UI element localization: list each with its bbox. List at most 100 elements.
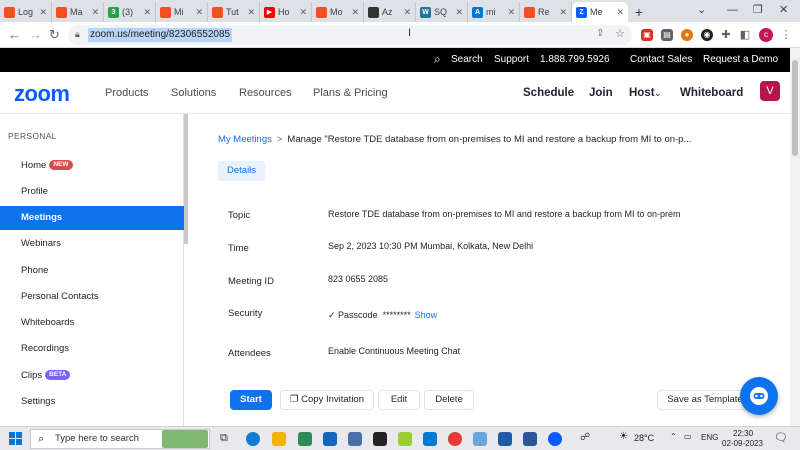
share-icon[interactable]: ⇪ xyxy=(596,28,604,39)
search-icon[interactable]: ⌕ xyxy=(434,53,441,65)
sidebar-item-recordings[interactable]: Recordings xyxy=(0,337,184,361)
tab-search-icon[interactable]: ⌄ xyxy=(697,0,706,20)
tab-close-icon[interactable]: ✕ xyxy=(403,7,411,18)
edge-icon[interactable] xyxy=(246,432,260,446)
nav-resources[interactable]: Resources xyxy=(239,87,292,99)
browser-menu-icon[interactable]: ⋮ xyxy=(780,29,792,41)
page-scrollbar-thumb[interactable] xyxy=(792,60,798,156)
nav-schedule[interactable]: Schedule xyxy=(523,87,574,99)
new-tab-button[interactable]: + xyxy=(628,2,650,22)
sidebar-item-profile[interactable]: Profile xyxy=(0,180,184,204)
tab-close-icon[interactable]: ✕ xyxy=(455,7,463,18)
close-window-icon[interactable]: ✕ xyxy=(779,0,788,20)
terminal-icon[interactable] xyxy=(373,432,387,446)
sidebar-item-personal-contacts[interactable]: Personal Contacts xyxy=(0,285,184,309)
forward-icon[interactable]: → xyxy=(29,26,42,44)
app-icon-1[interactable] xyxy=(298,432,312,446)
browser-tab[interactable]: W SQ ✕ xyxy=(416,2,468,22)
tab-close-icon[interactable]: ✕ xyxy=(299,7,307,18)
tab-details[interactable]: Details xyxy=(218,161,266,181)
edit-button[interactable]: Edit xyxy=(378,390,420,410)
minimize-icon[interactable]: — xyxy=(727,0,738,20)
maximize-icon[interactable]: ❐ xyxy=(753,0,763,20)
start-button[interactable]: Start xyxy=(230,390,272,410)
browser-tab[interactable]: Mo ✕ xyxy=(312,2,364,22)
app-icon-6[interactable] xyxy=(498,432,512,446)
app-icon-4[interactable] xyxy=(398,432,412,446)
tab-close-icon[interactable]: ✕ xyxy=(351,7,359,18)
contact-sales-link[interactable]: Contact Sales xyxy=(630,54,692,66)
tab-close-icon[interactable]: ✕ xyxy=(616,7,624,18)
tab-close-icon[interactable]: ✕ xyxy=(143,7,151,18)
url-text[interactable]: zoom.us/meeting/82306552085 xyxy=(88,28,233,42)
temperature[interactable]: 28°C xyxy=(634,433,654,443)
reload-icon[interactable]: ↻ xyxy=(49,26,60,44)
browser-tab[interactable]: Z Me ✕ xyxy=(572,2,628,22)
nav-solutions[interactable]: Solutions xyxy=(171,87,216,99)
sidebar-item-phone[interactable]: Phone xyxy=(0,259,184,283)
browser-tab[interactable]: Tut ✕ xyxy=(208,2,260,22)
chevron-down-icon[interactable]: ⌄ xyxy=(654,88,662,99)
extension-2-icon[interactable]: ▤ xyxy=(661,29,673,41)
nav-whiteboard[interactable]: Whiteboard xyxy=(680,87,743,99)
tab-close-icon[interactable]: ✕ xyxy=(195,7,203,18)
sidebar-item-home[interactable]: Home NEW xyxy=(0,154,184,178)
notifications-icon[interactable]: 🗨︎ xyxy=(774,431,788,444)
browser-tab[interactable]: Re ✕ xyxy=(520,2,572,22)
copy-invitation-button[interactable]: ❐ Copy Invitation xyxy=(280,390,374,410)
browser-tab[interactable]: Log ✕ xyxy=(0,2,52,22)
tab-close-icon[interactable]: ✕ xyxy=(91,7,99,18)
app-icon-3[interactable] xyxy=(348,432,362,446)
tab-close-icon[interactable]: ✕ xyxy=(559,7,567,18)
sidebar-item-settings[interactable]: Settings xyxy=(0,390,184,414)
chrome-icon[interactable] xyxy=(448,432,462,446)
app-icon-2[interactable] xyxy=(323,432,337,446)
zoom-logo[interactable]: zoom xyxy=(14,81,70,107)
weather-widget-icon[interactable] xyxy=(162,430,208,448)
language-indicator[interactable]: ENG xyxy=(701,433,718,442)
user-avatar[interactable]: V xyxy=(760,81,780,101)
azure-icon[interactable] xyxy=(423,432,437,446)
tab-close-icon[interactable]: ✕ xyxy=(39,7,47,18)
breadcrumb-my-meetings[interactable]: My Meetings xyxy=(218,134,272,145)
profile-avatar[interactable]: c xyxy=(759,28,773,42)
phone-number[interactable]: 1.888.799.5926 xyxy=(540,54,610,66)
people-icon[interactable]: ☍ xyxy=(580,432,594,446)
search-link[interactable]: Search xyxy=(451,54,483,66)
browser-tab[interactable]: 3 (3) ✕ xyxy=(104,2,156,22)
show-passcode-link[interactable]: Show xyxy=(415,310,438,320)
word-icon[interactable] xyxy=(523,432,537,446)
side-panel-icon[interactable]: ◧ xyxy=(739,29,751,41)
support-link[interactable]: Support xyxy=(494,54,529,66)
request-demo-link[interactable]: Request a Demo xyxy=(703,54,778,66)
save-as-template-button[interactable]: Save as Template xyxy=(657,390,753,410)
extensions-puzzle-icon[interactable]: ✚ xyxy=(720,29,732,41)
sidebar-item-meetings[interactable]: Meetings xyxy=(0,206,184,230)
browser-tab[interactable]: Ami ✕ xyxy=(468,2,520,22)
extension-4-icon[interactable]: ◉ xyxy=(701,29,713,41)
windows-start-icon[interactable] xyxy=(9,432,22,450)
sidebar-item-webinars[interactable]: Webinars xyxy=(0,232,184,256)
back-icon[interactable]: ← xyxy=(8,26,21,44)
file-explorer-icon[interactable] xyxy=(272,432,286,446)
browser-tab[interactable]: Ma ✕ xyxy=(52,2,104,22)
delete-button[interactable]: Delete xyxy=(424,390,474,410)
clock-time[interactable]: 22:30 xyxy=(733,429,753,438)
browser-tab[interactable]: ▶ Ho ✕ xyxy=(260,2,312,22)
browser-tab[interactable]: Az ✕ xyxy=(364,2,416,22)
sidebar-item-clips[interactable]: Clips BETA xyxy=(0,364,184,388)
nav-products[interactable]: Products xyxy=(105,87,148,99)
task-view-icon[interactable]: ⧉ xyxy=(220,432,234,446)
sidebar-item-whiteboards[interactable]: Whiteboards xyxy=(0,311,184,335)
tab-close-icon[interactable]: ✕ xyxy=(247,7,255,18)
extension-1-icon[interactable]: ▣ xyxy=(641,29,653,41)
app-icon-5[interactable] xyxy=(473,432,487,446)
nav-host[interactable]: Host xyxy=(629,87,655,99)
tab-close-icon[interactable]: ✕ xyxy=(507,7,515,18)
support-chat-button[interactable] xyxy=(740,377,778,415)
tray-chevron-icon[interactable]: ⌃ xyxy=(670,432,677,441)
network-icon[interactable]: ▭ xyxy=(684,432,692,441)
nav-plans-pricing[interactable]: Plans & Pricing xyxy=(313,87,388,99)
nav-join[interactable]: Join xyxy=(589,87,613,99)
browser-tab[interactable]: Mi ✕ xyxy=(156,2,208,22)
